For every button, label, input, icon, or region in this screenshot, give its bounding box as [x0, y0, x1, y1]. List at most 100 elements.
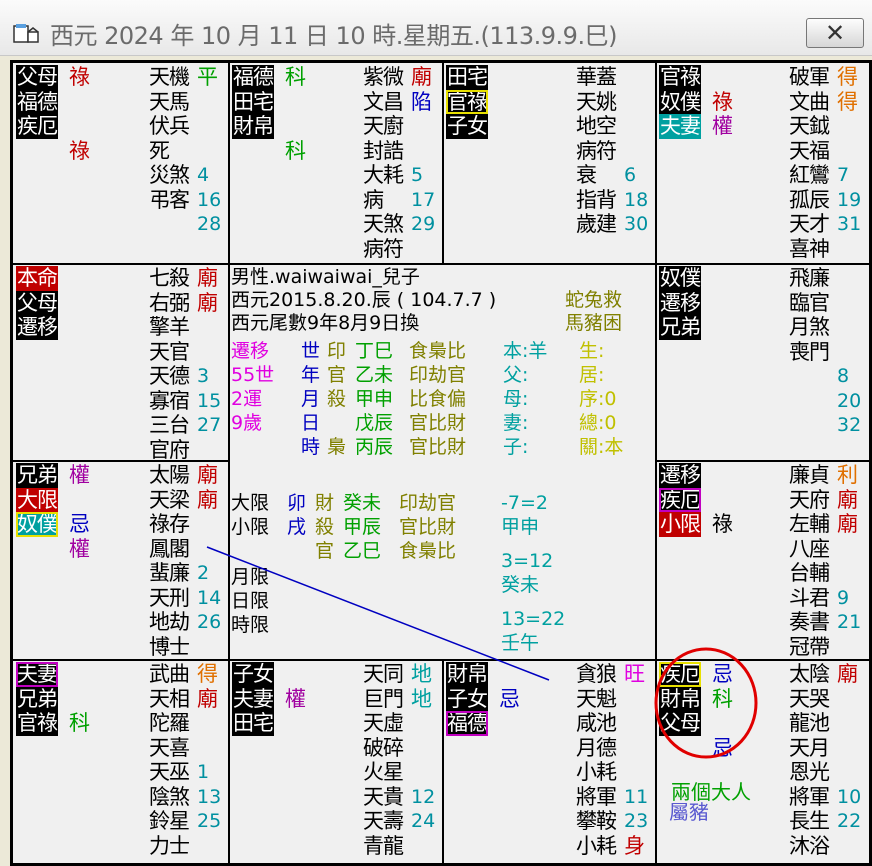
palace-label[interactable]: 疾厄 [16, 114, 58, 139]
pillar-label: 時 [301, 436, 320, 458]
pillar-god: 印 [327, 340, 346, 362]
star-brightness: 得 [197, 662, 218, 687]
tag-text: 馬豬困 [565, 312, 622, 334]
palace-label[interactable]: 兄弟 [659, 315, 701, 340]
palace-label[interactable]: 父母 [16, 65, 58, 90]
star-row: 祿存 [149, 512, 221, 537]
star-number: 27 [197, 413, 221, 438]
star-row: 華蓋 [576, 65, 648, 90]
status-item: 序:0 [579, 388, 617, 410]
profile-line: 男性.waiwaiwai_兒子 [231, 266, 420, 288]
star-row: 天馬 [149, 90, 221, 115]
palace-label[interactable]: 父母 [16, 291, 58, 316]
star-number: 30 [624, 212, 648, 237]
palace-label[interactable]: 奴僕 [659, 90, 701, 115]
palace-label[interactable]: 兄弟 [16, 687, 58, 712]
palace-label[interactable]: 官祿 [659, 65, 701, 90]
status-item: 總:0 [579, 412, 617, 434]
palace-label[interactable]: 財帛 [446, 662, 488, 687]
palace-cell-bm1[interactable]: 子女夫妻田宅權天同地巨門地天虛破碎火星天貴12天壽24青龍 [229, 660, 443, 863]
palace-label[interactable]: 福德 [16, 90, 58, 115]
palace-label[interactable]: 奴僕 [659, 266, 701, 291]
star-name: 紅鸞 [789, 163, 837, 188]
palace-label[interactable]: 子女 [446, 687, 488, 712]
palace-label[interactable]: 本命 [16, 266, 58, 291]
palace-labels: 子女夫妻田宅 [232, 662, 274, 736]
star-name: 太陽 [149, 463, 197, 488]
palace-label[interactable]: 遷移 [659, 291, 701, 316]
limit-branch: 戌 [287, 516, 306, 538]
star-name: 龍池 [789, 711, 837, 736]
star-number: 4 [197, 163, 209, 188]
palace-cell-lr[interactable]: 遷移疾厄小限祿廉貞利天府廟左輔廟八座台輔斗君9奏書21冠帶 [656, 461, 869, 660]
palace-cell-tm1[interactable]: 福德田宅財帛科科紫微廟文昌陷天廚封誥大耗5病17天煞29病符 [229, 63, 443, 264]
relation-item: 妻: [503, 412, 528, 434]
palace-cell-bl[interactable]: 夫妻兄弟官祿科武曲得天相廟陀羅天喜天巫1陰煞13鈴星25力士 [13, 660, 229, 863]
star-name [149, 212, 197, 237]
star-number: 13 [197, 785, 221, 810]
palace-label[interactable]: 官祿 [16, 711, 58, 736]
star-number: 22 [837, 809, 861, 834]
palace-cell-tm2[interactable]: 田宅官祿子女 華蓋天姚地空病符衰6指背18歲建30 [443, 63, 656, 264]
pillar-hidden: 官比財 [409, 412, 466, 434]
palace-cell-bm2[interactable]: 財帛子女福德忌貪狼旺天魁咸池月德小耗將軍11攀鞍23小耗身 [443, 660, 656, 863]
limit-stem-branch: 甲辰 [343, 516, 381, 538]
palace-label[interactable]: 夫妻 [232, 687, 274, 712]
app-icon [12, 22, 40, 46]
palace-label[interactable]: 奴僕 [16, 512, 58, 537]
palace-label[interactable]: 福德 [232, 65, 274, 90]
palace-label[interactable]: 夫妻 [659, 114, 701, 139]
star-row: 長生22 [789, 809, 861, 834]
palace-label[interactable]: 大限 [16, 488, 58, 513]
palace-label[interactable]: 田宅 [232, 90, 274, 115]
close-button[interactable]: ✕ [806, 18, 864, 48]
palace-labels: 父母福德疾厄 [16, 65, 58, 139]
status-item: 關:本 [579, 436, 623, 458]
limit-branch: 卯 [287, 492, 306, 514]
star-row: 病符 [363, 237, 435, 262]
palace-label[interactable]: 福德 [446, 711, 488, 736]
star-name: 廉貞 [789, 463, 837, 488]
palace-cell-mr[interactable]: 奴僕遷移兄弟飛廉臨官月煞喪門82032 [656, 264, 869, 461]
star-number: 16 [197, 188, 221, 213]
palace-label[interactable]: 兄弟 [16, 463, 58, 488]
star-name: 左輔 [789, 512, 837, 537]
star-number: 28 [197, 212, 221, 237]
star-name: 太陰 [789, 662, 837, 687]
window-title: 西元 2024 年 10 月 11 日 10 時.星期五.(113.9.9.巳) [50, 16, 617, 51]
star-number: 1 [197, 760, 209, 785]
palace-label[interactable]: 父母 [659, 711, 701, 736]
star-row: 紫微廟 [363, 65, 435, 90]
palace-label[interactable]: 夫妻 [16, 662, 58, 687]
star-number: 2 [197, 561, 209, 586]
star-name: 小耗 [576, 760, 624, 785]
star-row: 破碎 [363, 736, 435, 761]
star-row: 飛廉 [789, 266, 861, 291]
birth-date-line: 西元2015.8.20.辰 ( 104.7.7 ) [231, 289, 496, 311]
palace-label[interactable]: 子女 [446, 114, 488, 139]
palace-label[interactable]: 官祿 [446, 90, 488, 115]
star-row: 鈴星25 [149, 809, 221, 834]
palace-label[interactable]: 財帛 [232, 114, 274, 139]
star-name: 寡宿 [149, 389, 197, 414]
pillar-stem-branch: 戊辰 [355, 412, 393, 434]
transform-mark: 科 [285, 139, 306, 164]
palace-label[interactable]: 疾厄 [659, 488, 701, 513]
palace-cell-ml[interactable]: 本命父母遷移七殺廟右弼廟擎羊天官天德3寡宿15三台27官府 [13, 264, 229, 461]
palace-label[interactable]: 小限 [659, 512, 701, 537]
palace-label[interactable]: 田宅 [232, 711, 274, 736]
palace-cell-tr[interactable]: 官祿奴僕夫妻祿權破軍得文曲得天鉞天福紅鸞7孤辰19天才31喜神 [656, 63, 869, 264]
star-list: 華蓋天姚地空病符衰6指背18歲建30 [576, 65, 648, 237]
star-row: 小耗身 [576, 834, 648, 859]
palace-cell-ll[interactable]: 兄弟大限奴僕權忌權太陽廟天梁廟祿存鳳閣蜚廉2天刑14地劫26博士 [13, 461, 229, 660]
palace-label[interactable]: 遷移 [659, 463, 701, 488]
transform-mark: 科 [69, 711, 90, 736]
palace-label[interactable]: 疾厄 [659, 662, 701, 687]
palace-cell-br[interactable]: 疾厄財帛父母忌科忌太陰廟天哭龍池天月恩光將軍10長生22沐浴 [656, 660, 869, 863]
palace-label[interactable]: 遷移 [16, 315, 58, 340]
star-list: 天同地巨門地天虛破碎火星天貴12天壽24青龍 [363, 662, 435, 858]
palace-label[interactable]: 田宅 [446, 65, 488, 90]
palace-label[interactable]: 子女 [232, 662, 274, 687]
palace-label[interactable]: 財帛 [659, 687, 701, 712]
palace-cell-tl[interactable]: 父母福德疾厄祿祿天機平天馬伏兵死災煞4弔客1628 [13, 63, 229, 264]
